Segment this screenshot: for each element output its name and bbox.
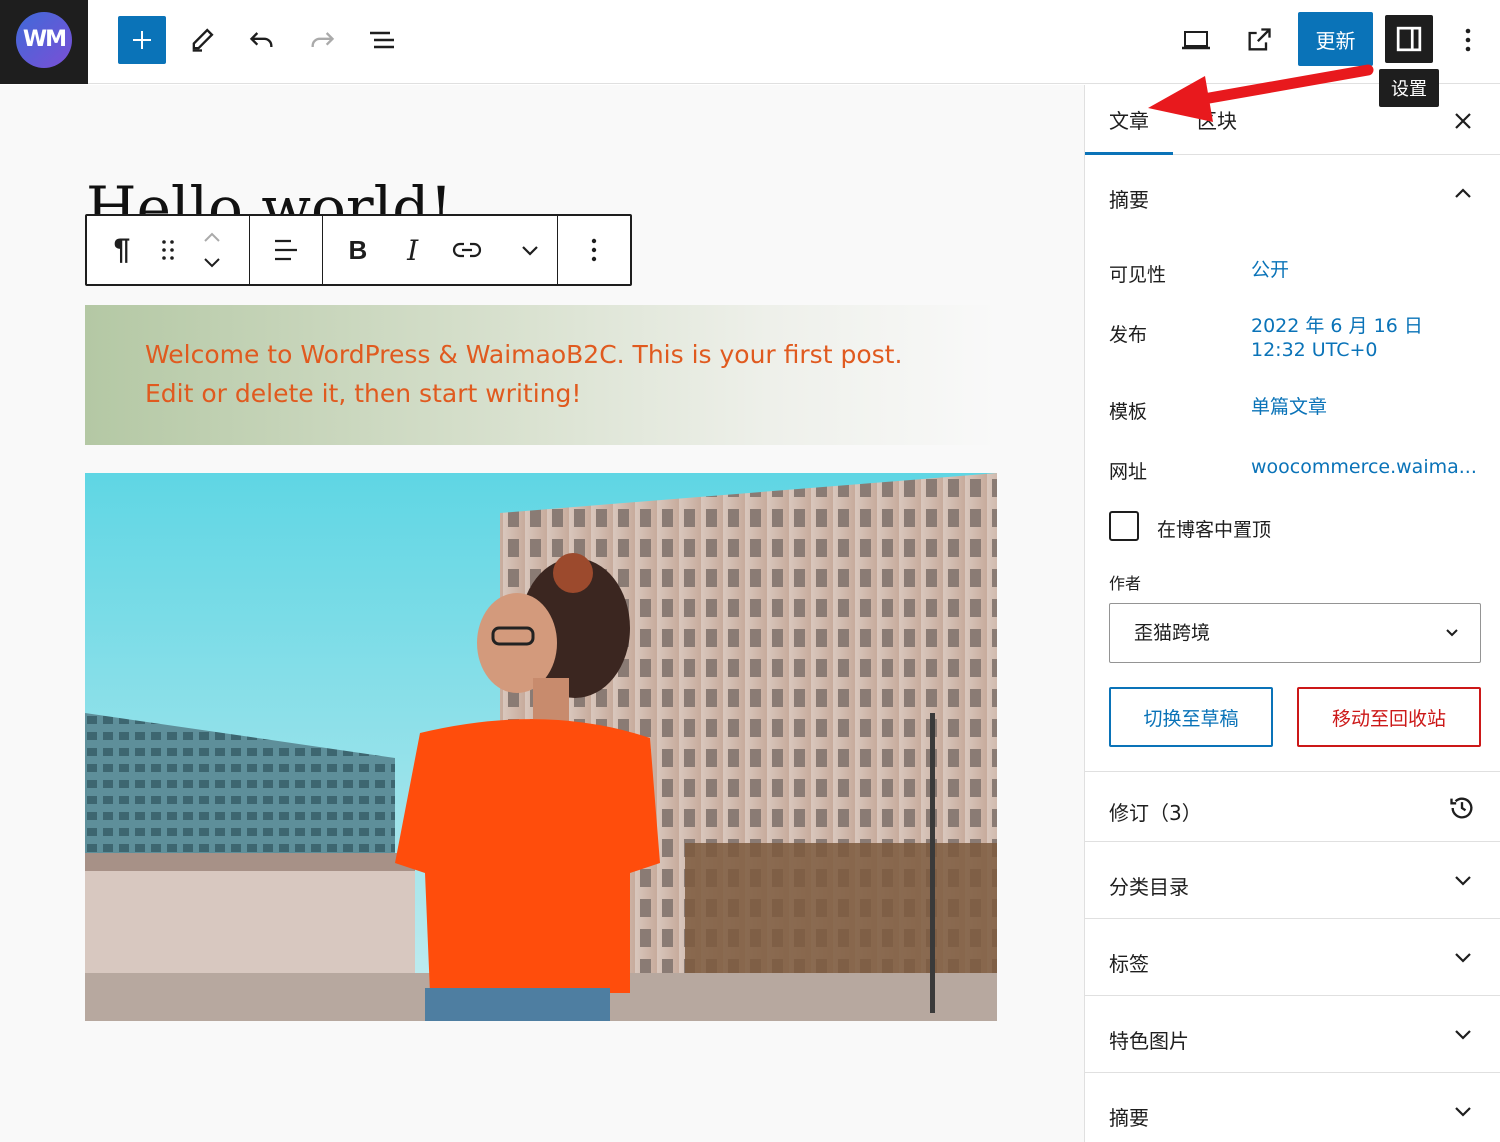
settings-button[interactable] <box>1385 15 1433 63</box>
editor-canvas: Hello world! ¶ B I Welcome to WordPress … <box>0 85 1084 1142</box>
paragraph-icon[interactable]: ¶ <box>87 216 157 284</box>
settings-tooltip: 设置 <box>1379 69 1439 107</box>
update-button[interactable]: 更新 <box>1298 12 1373 66</box>
chevron-down-icon <box>1446 629 1458 637</box>
vertical-ellipsis-icon <box>1465 28 1471 52</box>
divider <box>1085 841 1500 842</box>
featured-image-toggle[interactable] <box>1451 1023 1475 1047</box>
featured-photo-woman-orange-shirt <box>85 473 997 1021</box>
waimao-logo: WM <box>16 12 72 68</box>
more-formats-button[interactable] <box>502 216 557 284</box>
summary-collapse-toggle[interactable] <box>1451 181 1475 205</box>
list-view-button[interactable] <box>358 16 406 64</box>
preview-button[interactable] <box>1172 16 1220 64</box>
align-button[interactable] <box>250 216 322 284</box>
chevron-down-icon <box>1455 1030 1471 1040</box>
chevron-down-icon <box>521 246 538 256</box>
publish-date-value[interactable]: 2022 年 6 月 16 日 12:32 UTC+0 <box>1251 314 1423 362</box>
paragraph-block[interactable]: Welcome to WordPress & WaimaoB2C. This i… <box>85 305 997 445</box>
top-toolbar: WM 更新 <box>0 0 1500 84</box>
divider <box>1085 995 1500 996</box>
move-to-trash-button[interactable]: 移动至回收站 <box>1297 687 1481 747</box>
site-logo-button[interactable]: WM <box>0 0 88 84</box>
tools-button[interactable] <box>178 16 226 64</box>
summary-panel-title[interactable]: 摘要 <box>1109 184 1149 213</box>
link-icon <box>453 242 482 258</box>
drag-handle[interactable] <box>157 216 179 284</box>
move-down-icon[interactable] <box>202 256 222 270</box>
excerpt-toggle[interactable] <box>1451 1100 1475 1124</box>
block-options-button[interactable] <box>558 216 630 284</box>
revisions-link[interactable]: 修订（3） <box>1109 797 1202 826</box>
add-block-button[interactable] <box>118 16 166 64</box>
external-link-icon <box>1248 28 1271 51</box>
drag-handle-icon <box>162 240 174 260</box>
vertical-ellipsis-icon <box>591 238 597 262</box>
laptop-icon <box>1182 31 1210 50</box>
panel-featured-image[interactable]: 特色图片 <box>1109 1025 1189 1054</box>
chevron-down-icon <box>1455 876 1471 886</box>
move-block-controls <box>179 216 245 284</box>
divider <box>1085 918 1500 919</box>
block-toolbar-group-format: B I <box>323 216 558 284</box>
list-view-icon <box>370 31 394 49</box>
chevron-down-icon <box>1455 1107 1471 1117</box>
align-left-icon <box>275 239 297 261</box>
switch-to-draft-button[interactable]: 切换至草稿 <box>1109 687 1273 747</box>
template-value[interactable]: 单篇文章 <box>1251 395 1327 419</box>
categories-toggle[interactable] <box>1451 869 1475 893</box>
pencil-icon <box>192 28 214 52</box>
template-label: 模板 <box>1109 401 1148 423</box>
post-title[interactable]: Hello world! <box>86 173 453 217</box>
url-value[interactable]: woocommerce.waima... <box>1251 455 1477 479</box>
tags-toggle[interactable] <box>1451 946 1475 970</box>
active-tab-indicator <box>1085 152 1173 155</box>
divider <box>1085 1072 1500 1073</box>
block-toolbar-group-block: ¶ <box>87 216 250 284</box>
undo-button[interactable] <box>238 16 286 64</box>
visibility-value[interactable]: 公开 <box>1251 258 1289 282</box>
move-up-icon[interactable] <box>202 230 222 244</box>
chevron-up-icon <box>1455 188 1471 198</box>
link-button[interactable] <box>433 216 503 284</box>
panel-excerpt[interactable]: 摘要 <box>1109 1102 1149 1131</box>
close-icon <box>1455 113 1471 129</box>
sidebar-toggle-icon <box>1396 26 1422 52</box>
publish-time: 12:32 UTC+0 <box>1251 339 1378 361</box>
author-selected-value: 歪猫跨境 <box>1134 622 1211 644</box>
panel-categories[interactable]: 分类目录 <box>1109 871 1189 900</box>
url-label: 网址 <box>1109 461 1148 483</box>
view-post-button[interactable] <box>1235 16 1283 64</box>
visibility-label: 可见性 <box>1109 264 1167 286</box>
history-icon <box>1450 797 1473 819</box>
tab-block[interactable]: 区块 <box>1197 105 1237 134</box>
undo-icon <box>249 32 273 47</box>
paragraph-text[interactable]: Welcome to WordPress & WaimaoB2C. This i… <box>145 335 937 413</box>
divider <box>1085 771 1500 772</box>
options-menu-button[interactable] <box>1444 16 1492 64</box>
block-toolbar: ¶ B I <box>85 214 632 286</box>
publish-date: 2022 年 6 月 16 日 <box>1251 315 1423 337</box>
revisions-button[interactable] <box>1447 793 1477 823</box>
sticky-post-checkbox[interactable] <box>1109 511 1139 541</box>
close-sidebar-button[interactable] <box>1449 107 1477 135</box>
tab-post[interactable]: 文章 <box>1109 105 1149 134</box>
publish-label: 发布 <box>1109 324 1148 346</box>
block-toolbar-group-align <box>250 216 323 284</box>
redo-icon <box>311 32 335 47</box>
author-select[interactable]: 歪猫跨境 <box>1109 603 1481 663</box>
settings-sidebar: 文章 区块 摘要 可见性 公开 发布 2022 年 6 月 16 日 12:32… <box>1084 85 1500 1142</box>
chevron-down-icon <box>1455 953 1471 963</box>
sticky-post-label[interactable]: 在博客中置顶 <box>1157 515 1271 542</box>
redo-button[interactable] <box>298 16 346 64</box>
author-label: 作者 <box>1109 574 1142 593</box>
block-toolbar-group-options <box>558 216 630 284</box>
plus-icon <box>133 31 151 49</box>
italic-button[interactable]: I <box>393 216 433 284</box>
panel-tags[interactable]: 标签 <box>1109 948 1149 977</box>
image-block[interactable] <box>85 473 997 1021</box>
bold-button[interactable]: B <box>323 216 393 284</box>
